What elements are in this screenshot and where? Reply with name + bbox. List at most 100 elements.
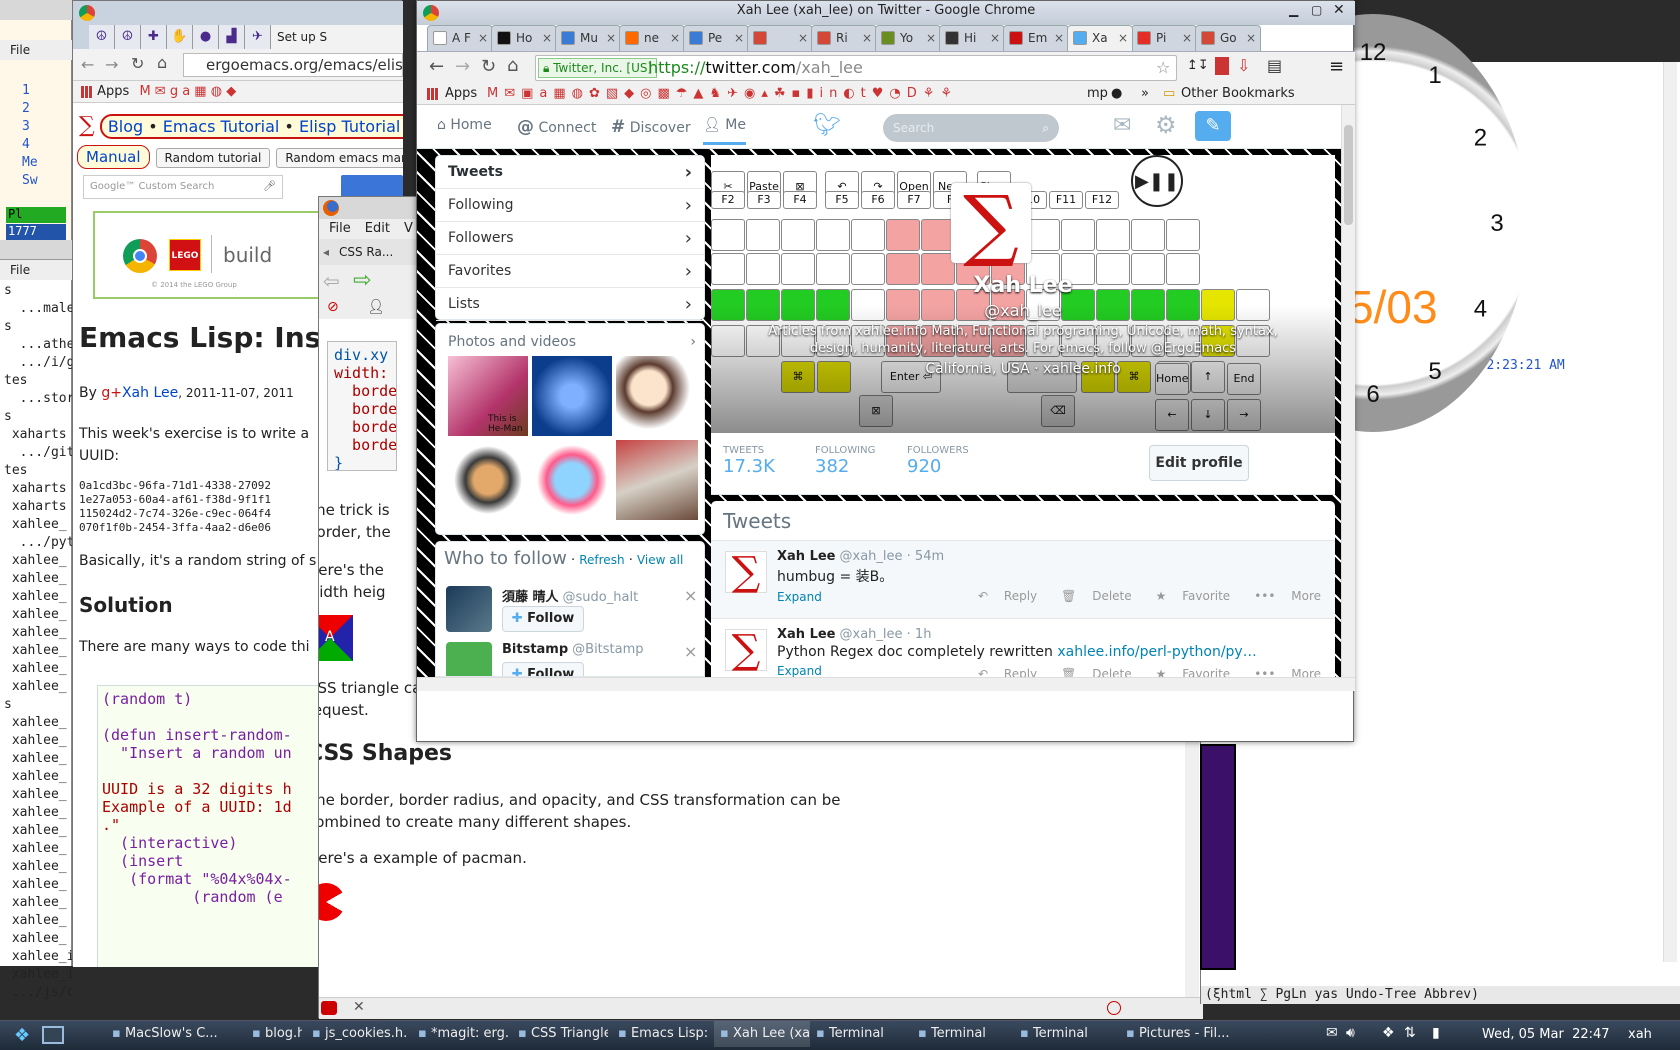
tab-close-icon[interactable]: × [606, 26, 616, 50]
apps-icon[interactable] [81, 85, 93, 98]
tweet-avatar[interactable]: ∑ [725, 551, 767, 593]
photo-5[interactable] [532, 440, 612, 520]
adblock-icon[interactable] [321, 1001, 337, 1015]
nav-manual[interactable]: Manual [77, 145, 150, 169]
ergo-tab[interactable]: ✈ [245, 25, 271, 49]
taskbar-item[interactable]: ▪ Pictures - Fil... [1120, 1021, 1244, 1047]
photo-2[interactable] [532, 356, 612, 436]
emacs-scrollbar[interactable] [1663, 62, 1677, 962]
ergo-tab[interactable]: ☮ [89, 25, 115, 49]
firefox-tab[interactable]: ◂ CSS Ra... [319, 239, 419, 265]
home-icon[interactable]: ⌂ [157, 53, 167, 72]
tweet-author[interactable]: Xah Lee [777, 549, 836, 564]
tray-dropbox-icon[interactable]: ❖ [1382, 1025, 1395, 1041]
bookmark-apps[interactable]: Apps [97, 84, 129, 99]
bookmark-star-icon[interactable]: ☆ [1156, 58, 1170, 77]
menu-edit[interactable]: Edit [365, 221, 390, 236]
taskbar-item[interactable]: ▪ CSS Triangle,... [512, 1021, 608, 1047]
close-addon-bar-icon[interactable]: ✕ [353, 999, 365, 1015]
settings-gear-icon[interactable]: ⚙ [1155, 111, 1177, 139]
browser-tab[interactable]: Ri × [811, 25, 877, 51]
view-all-link[interactable]: View all [637, 553, 683, 567]
forward-icon[interactable]: → [105, 55, 118, 74]
tab-close-icon[interactable]: × [990, 26, 1000, 50]
menu-file[interactable]: File [329, 221, 351, 236]
taskbar-item[interactable]: ▪ blog.html [246, 1021, 302, 1047]
back-icon[interactable]: ← [429, 56, 444, 77]
tweet-time[interactable]: 54m [915, 549, 944, 564]
profile-nav-item[interactable]: Favorites › [436, 255, 704, 288]
scrollbar-thumb[interactable] [1344, 125, 1353, 225]
omnibox[interactable]: 🔒︎ Twitter, Inc. [US] https://twitter.co… [535, 55, 1177, 81]
profile-nav-item[interactable]: Tweets › [436, 156, 704, 189]
horizontal-scrollbar[interactable] [417, 677, 1355, 691]
tab-close-icon[interactable]: × [670, 26, 680, 50]
forward-icon[interactable]: → [455, 56, 470, 77]
menu-view[interactable]: V [404, 221, 413, 236]
twitter-bird-icon[interactable]: 🐦︎ [813, 113, 841, 138]
tweet-action-more[interactable]: ••• More [1242, 667, 1321, 677]
extension-icon[interactable]: ↥↧ [1187, 58, 1209, 73]
suggestion-avatar[interactable] [446, 586, 492, 632]
tray-volume-icon[interactable]: 🔊︎ [1346, 1025, 1355, 1041]
suggestion-avatar[interactable] [446, 642, 492, 676]
tweet[interactable]: ∑ Xah Lee @xah_lee · 1h Python Regex doc co… [711, 619, 1335, 677]
google-search-input[interactable]: Google™ Custom Search 🎤︎ [83, 175, 283, 199]
taskbar-item[interactable]: ▪ Emacs Lisp: ... [612, 1021, 710, 1047]
profile-nav-item[interactable]: Lists › [436, 288, 704, 321]
browser-tab[interactable]: ne × [619, 25, 685, 51]
browser-tab[interactable]: Pe × [683, 25, 749, 51]
nav-connect[interactable]: @ Connect [517, 117, 596, 137]
taskbar-item[interactable]: ▪ Terminal [1014, 1021, 1110, 1047]
taskbar-user[interactable]: xah [1628, 1027, 1652, 1042]
tweet-link[interactable]: xahlee.info/perl-python/py… [1057, 644, 1256, 660]
ergo-tab[interactable]: ▟ [219, 25, 245, 49]
author-link[interactable]: Xah Lee [122, 385, 178, 401]
start-menu-icon[interactable]: ❖ [14, 1025, 30, 1046]
tab-close-icon[interactable]: × [1054, 26, 1064, 50]
photo-3[interactable] [616, 356, 698, 436]
taskbar-item[interactable]: ▪ Xah Lee (xa... [714, 1021, 810, 1047]
search-icon[interactable]: ⌕ [1042, 114, 1049, 142]
tab-close-icon[interactable]: × [1118, 26, 1128, 50]
tab-close-icon[interactable]: × [542, 26, 552, 50]
ergo-tab[interactable]: ● [193, 25, 219, 49]
browser-tab[interactable]: Hi × [939, 25, 1005, 51]
nav-me[interactable]: 👤︎ Me [703, 117, 746, 145]
tab-close-icon[interactable]: × [478, 26, 488, 50]
tab-close-icon[interactable]: × [926, 26, 936, 50]
profile-nav-item[interactable]: Followers › [436, 222, 704, 255]
dismiss-icon[interactable]: × [684, 586, 697, 605]
github-icon[interactable]: ● [1111, 83, 1122, 105]
back-icon[interactable]: ⇦ [323, 269, 340, 293]
tweet-action-favorite[interactable]: ★ Favorite [1144, 667, 1231, 677]
show-desktop-icon[interactable] [42, 1026, 64, 1044]
photos-header[interactable]: Photos and videos › [448, 334, 696, 350]
taskbar-item[interactable]: ▪ *magit: erg... [412, 1021, 508, 1047]
tab-close-icon[interactable]: × [798, 26, 808, 50]
follow-button[interactable]: ✚ Follow [502, 606, 584, 632]
ergo-tab[interactable]: ✚ [141, 25, 167, 49]
extension-arrow-icon[interactable]: ⇩ [1237, 56, 1250, 75]
terminal-titlebar[interactable] [0, 240, 72, 260]
nav-blog[interactable]: Blog [108, 117, 143, 136]
ergo-tab[interactable]: ✋ [167, 25, 193, 49]
tab-close-icon[interactable]: × [862, 26, 872, 50]
dismiss-icon[interactable]: × [684, 642, 697, 661]
page-scrollbar[interactable] [1341, 105, 1355, 677]
follow-button[interactable]: ✚ Follow [502, 662, 584, 676]
reload-icon[interactable]: ↻ [131, 54, 144, 73]
taskbar-clock[interactable]: Wed, 05 Mar 22:47 [1482, 1027, 1610, 1042]
nav-discover[interactable]: # Discover [611, 117, 691, 137]
tweet-action-favorite[interactable]: ★ Favorite [1144, 589, 1231, 603]
tray-battery-icon[interactable]: ▮ [1432, 1025, 1440, 1041]
back-icon[interactable]: ← [81, 55, 94, 74]
browser-tab[interactable]: Ho × [491, 25, 557, 51]
addon-close-icon[interactable] [1107, 1001, 1121, 1015]
home-icon[interactable]: ⌂ [507, 55, 518, 76]
browser-tab[interactable]: Xa × [1067, 25, 1133, 51]
forward-icon[interactable]: ⇨ [353, 268, 371, 293]
profile-nav-item[interactable]: Following › [436, 189, 704, 222]
browser-tab[interactable]: Em × [1003, 25, 1069, 51]
tweet-action-delete[interactable]: 🗑︎ Delete [1049, 589, 1132, 603]
